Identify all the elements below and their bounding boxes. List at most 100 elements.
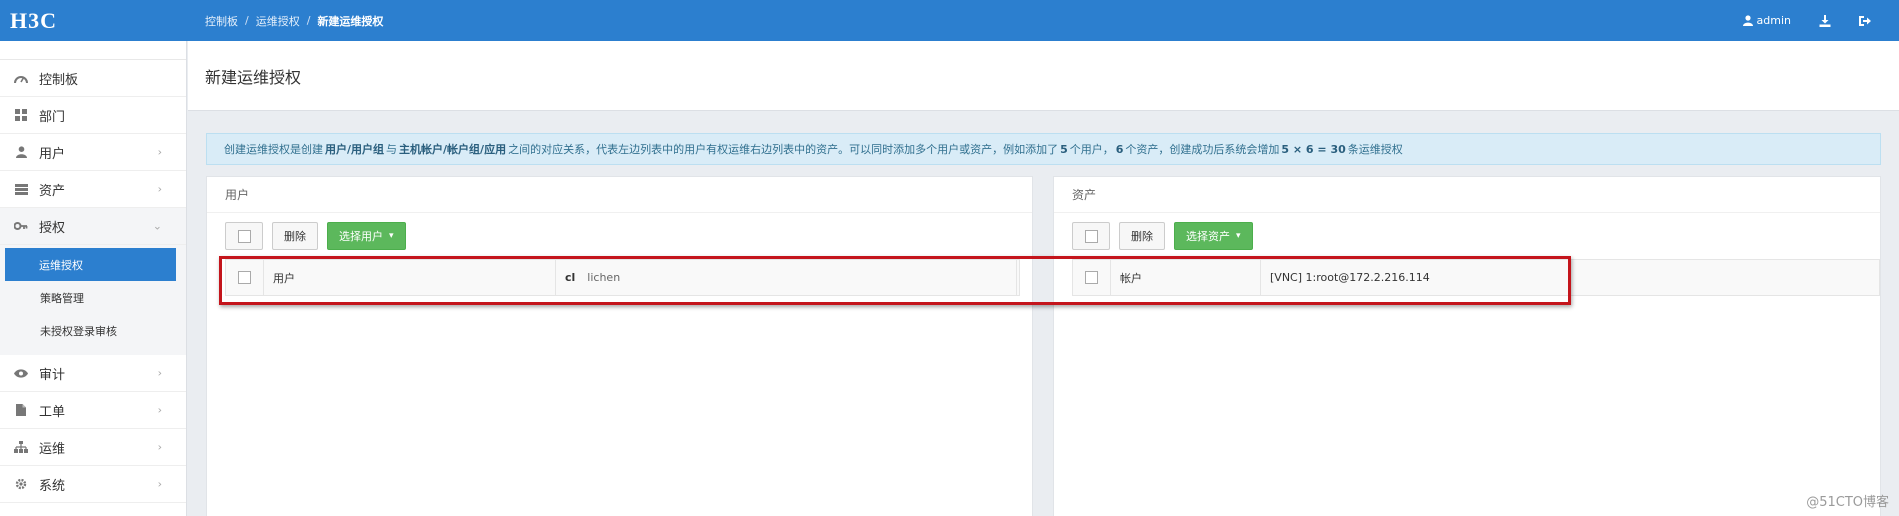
select-assets-button[interactable]: 选择资产 ▾ [1174, 222, 1253, 250]
breadcrumb-separator: / [245, 14, 249, 27]
sitemap-icon [14, 440, 28, 454]
info-text: 个资产，创建成功后系统会增加 [1125, 143, 1280, 156]
watermark: @51CTO博客 [1806, 495, 1889, 510]
breadcrumb-item-ops-auth[interactable]: 运维授权 [256, 13, 300, 29]
users-toolbar: 删除 选择用户 ▾ [225, 222, 415, 250]
checkbox-box [1085, 271, 1098, 284]
checkbox-box [238, 271, 251, 284]
checkbox-box [237, 229, 251, 243]
asset-row: 帐户 [VNC] 1:root@172.2.216.114 [1072, 259, 1880, 296]
logo-text: H3C [10, 7, 57, 33]
download-button[interactable] [1819, 14, 1831, 27]
top-right-actions: admin [1742, 0, 1899, 41]
sidebar-item-department[interactable]: 部门 [0, 97, 186, 134]
sidebar-subitem-unauth-login[interactable]: 未授权登录审核 [5, 314, 176, 347]
info-highlight: 用户/用户组 [325, 143, 385, 156]
sidebar-item-label: 部门 [39, 109, 66, 125]
sidebar-spacer [0, 41, 186, 60]
sidebar-item-label: 控制板 [39, 72, 79, 88]
info-alert: 创建运维授权是创建 用户/用户组 与 主机帐户/帐户组/应用 之间的对应关系，代… [206, 133, 1881, 165]
breadcrumb-item-current: 新建运维授权 [317, 14, 384, 28]
document-icon [14, 403, 28, 417]
user-name: lichen [587, 271, 621, 284]
sidebar-item-audit[interactable]: 审计 › [0, 355, 186, 392]
user-row-type: 用户 [264, 260, 556, 295]
chevron-down-icon: ▾ [389, 231, 394, 241]
checkbox-box [1084, 229, 1098, 243]
eye-icon [14, 366, 28, 380]
delete-assets-button[interactable]: 删除 [1119, 222, 1165, 250]
download-icon [1819, 14, 1831, 27]
sidebar-item-label: 资产 [39, 183, 66, 199]
chevron-right-icon: › [157, 440, 162, 454]
breadcrumb-separator: / [306, 14, 311, 27]
logo[interactable]: H3C [0, 0, 187, 41]
sidebar-item-label: 审计 [39, 367, 66, 383]
sidebar-item-label: 工单 [39, 404, 66, 420]
top-bar: H3C 控制板 / 运维授权 / 新建运维授权 admin [0, 0, 1899, 41]
user-id: cl [565, 271, 576, 284]
assets-toolbar: 删除 选择资产 ▾ [1072, 222, 1262, 250]
delete-users-button[interactable]: 删除 [272, 222, 318, 250]
breadcrumb-item-dashboard[interactable]: 控制板 [205, 13, 238, 29]
sidebar-item-tickets[interactable]: 工单 › [0, 392, 186, 429]
chevron-right-icon: › [157, 182, 162, 196]
asset-row-type: 帐户 [1111, 260, 1261, 295]
breadcrumb: 控制板 / 运维授权 / 新建运维授权 [205, 0, 383, 41]
info-text: 之间的对应关系，代表左边列表中的用户有权运维右边列表中的资产。可以同时添加多个用… [508, 143, 1059, 156]
sidebar-item-operations[interactable]: 运维 › [0, 429, 186, 466]
dashboard-icon [14, 71, 28, 85]
panel-title: 用户 [207, 177, 1032, 213]
select-all-users-checkbox[interactable] [225, 222, 263, 250]
sidebar-item-assets[interactable]: 资产 › [0, 171, 186, 208]
chevron-right-icon: › [157, 366, 162, 380]
info-text: 个用户， [1069, 143, 1114, 156]
users-panel: 用户 删除 选择用户 ▾ 用户 cl lichen [206, 176, 1033, 516]
page-title: 新建运维授权 [205, 67, 302, 87]
logout-icon [1859, 15, 1871, 26]
user-row: 用户 cl lichen [225, 259, 1020, 296]
user-icon [1742, 15, 1753, 26]
username: admin [1756, 14, 1791, 27]
sidebar-item-system[interactable]: 系统 › [0, 466, 186, 503]
authorization-submenu: 运维授权 策略管理 未授权登录审核 [0, 245, 186, 355]
sidebar-item-label: 授权 [39, 220, 66, 236]
select-users-button[interactable]: 选择用户 ▾ [327, 222, 406, 250]
chevron-right-icon: › [157, 403, 162, 417]
asset-row-value: [VNC] 1:root@172.2.216.114 [1270, 271, 1430, 284]
chevron-right-icon: › [157, 145, 162, 159]
sidebar-item-users[interactable]: 用户 › [0, 134, 186, 171]
info-text: 与 [386, 143, 398, 156]
asset-icon [14, 182, 28, 196]
user-icon [14, 145, 28, 159]
chevron-down-icon: ⌄ [152, 219, 162, 233]
sidebar-subitem-policy[interactable]: 策略管理 [5, 281, 176, 314]
sidebar-item-label: 用户 [39, 146, 66, 162]
select-assets-label: 选择资产 [1186, 230, 1230, 243]
grid-icon [14, 108, 28, 122]
assets-panel: 资产 删除 选择资产 ▾ 帐户 [VNC] 1:root@172.2.216.1… [1053, 176, 1881, 516]
page-header: 新建运维授权 [188, 41, 1899, 111]
panel-title: 资产 [1054, 177, 1880, 213]
info-highlight: 5 × 6 = 30 [1281, 142, 1346, 156]
sidebar-item-authorization[interactable]: 授权 ⌄ [0, 208, 186, 245]
info-highlight: 主机帐户/帐户组/应用 [399, 143, 507, 156]
logout-button[interactable] [1859, 15, 1871, 27]
user-row-checkbox[interactable] [226, 260, 264, 295]
user-menu[interactable]: admin [1742, 14, 1791, 27]
info-highlight: 5 [1060, 142, 1068, 156]
chevron-down-icon: ▾ [1236, 231, 1241, 241]
gear-icon [14, 477, 28, 491]
info-text: 条运维授权 [1347, 143, 1403, 156]
sidebar-item-label: 运维 [39, 441, 66, 457]
chevron-right-icon: › [157, 477, 162, 491]
asset-row-checkbox[interactable] [1073, 260, 1111, 295]
info-text: 创建运维授权是创建 [224, 143, 323, 156]
select-users-label: 选择用户 [339, 230, 383, 243]
sidebar-item-dashboard[interactable]: 控制板 [0, 60, 186, 97]
sidebar-subitem-ops-auth[interactable]: 运维授权 [5, 248, 176, 281]
user-row-value: cl lichen [556, 260, 1017, 295]
info-highlight: 6 [1115, 142, 1124, 156]
select-all-assets-checkbox[interactable] [1072, 222, 1110, 250]
sidebar: 控制板 部门 用户 › 资产 › 授权 ⌄ 运维授权 策略管理 未授权登录审核 … [0, 41, 187, 516]
